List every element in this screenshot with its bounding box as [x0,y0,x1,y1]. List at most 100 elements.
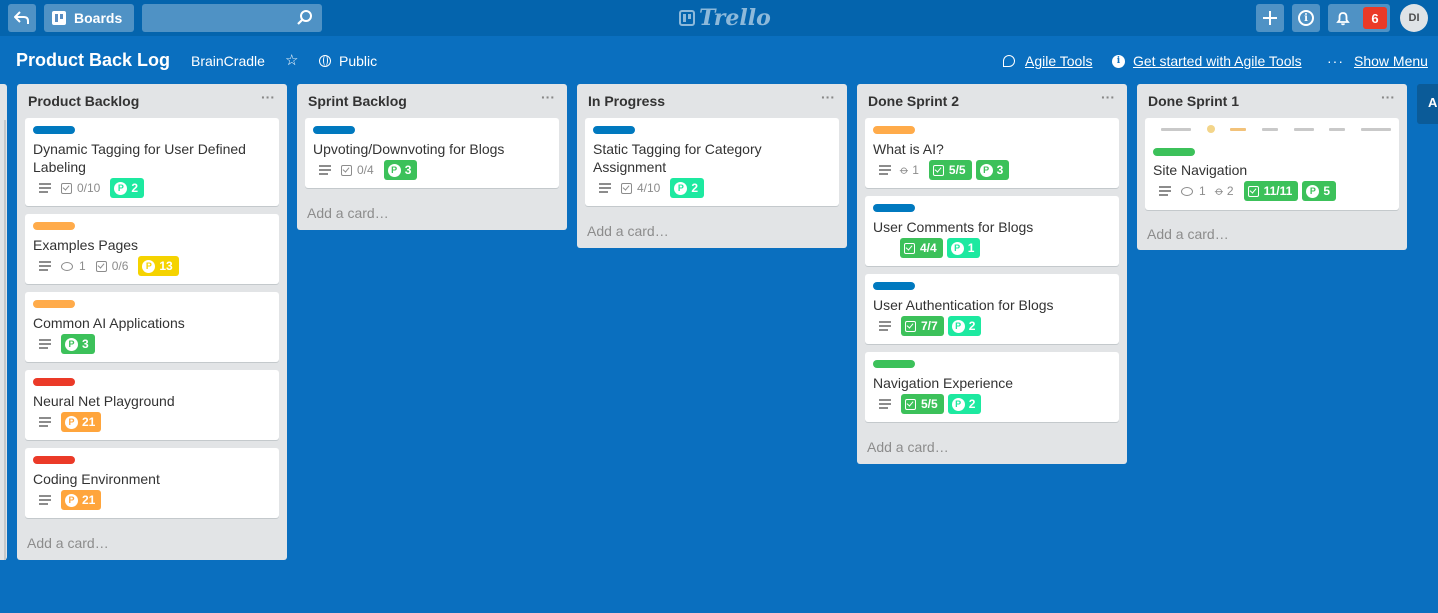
story-points-badge: P3 [61,334,95,354]
list-menu-icon[interactable]: ··· [1381,89,1395,105]
card[interactable]: Examples Pages 1 0/6 P 13 [25,214,279,284]
card-title: Navigation Experience [873,375,1014,391]
list-header[interactable]: Sprint Backlog ··· [297,84,567,118]
list-menu-icon[interactable]: ··· [261,89,275,105]
card[interactable]: User Comments for Blogs 4/4 P1 [865,196,1119,266]
card-cover-image [1161,122,1391,136]
checklist-icon [905,398,916,410]
checklist-count: 0/6 [111,259,129,273]
add-card-button[interactable]: Add a card… [1147,226,1229,242]
list-in-progress: In Progress ··· Static Tagging for Categ… [577,84,847,248]
back-button[interactable] [8,4,36,32]
points-icon: P [114,181,128,195]
card[interactable]: Upvoting/Downvoting for Blogs 0/4 P3 [305,118,559,188]
checklist-count: 11/11 [1263,184,1293,198]
story-points-badge: P 21 [61,490,102,510]
checklist-icon [905,320,916,332]
boards-button[interactable]: Boards [44,4,134,32]
story-points-badge: P3 [383,160,418,180]
notifications-button[interactable]: 6 [1328,4,1390,32]
card[interactable]: Dynamic Tagging for User Defined Labelin… [25,118,279,206]
card[interactable]: Common AI Applications P3 [25,292,279,362]
add-card-button[interactable]: Add a card… [587,223,669,239]
add-card-button[interactable]: Add a card… [867,439,949,455]
list-title[interactable]: Sprint Backlog [308,93,407,109]
list-title[interactable]: Product Backlog [28,93,139,109]
card[interactable]: Neural Net Playground P 21 [25,370,279,440]
card-badges: 4/4 P1 [900,238,984,258]
card-badges: 4/10 P2 [593,178,708,198]
comments-badge: 1 [1181,184,1206,198]
card-label [33,300,75,308]
information-button[interactable]: i [1292,4,1320,32]
add-card-button[interactable]: Add a card… [27,535,109,551]
description-icon [879,399,891,409]
points-icon: P [65,415,78,429]
create-button[interactable] [1256,4,1284,32]
checklist-badge: 4/10 [621,181,660,195]
paperclip-icon: ⌀ [1211,183,1227,199]
add-card-button[interactable]: Add a card… [307,205,389,221]
checklist-count: 5/5 [921,397,938,411]
list-header[interactable]: Product Backlog ··· [17,84,287,118]
list-product-backlog: Product Backlog ··· Dynamic Tagging for … [17,84,287,560]
list-header[interactable]: In Progress ··· [577,84,847,118]
story-points-badge: P3 [975,160,1010,180]
card-badges: 5/5 P2 [873,394,985,414]
description-icon [879,165,891,175]
points-value: 3 [996,163,1004,177]
comments-count: 1 [79,259,86,273]
card-badges: 1 0/6 P 13 [33,256,183,276]
list-menu-icon[interactable]: ··· [541,89,555,105]
list-title[interactable]: Done Sprint 2 [868,93,959,109]
card[interactable]: What is AI? ⌀ 1 5/5 P3 [865,118,1119,188]
story-points-badge: P2 [110,178,145,198]
description-icon [39,495,51,505]
user-avatar[interactable]: DI [1400,4,1428,32]
story-points-badge: P1 [946,238,981,258]
points-value: 2 [691,181,699,195]
checklist-icon [932,164,944,176]
show-menu-link[interactable]: ··· Show Menu [1327,53,1428,69]
add-list-button[interactable]: A [1417,84,1438,124]
top-header: Boards Trello i 6 DI [0,0,1438,36]
list-header[interactable]: Done Sprint 2 ··· [857,84,1127,118]
card-label [313,126,355,134]
globe-icon [319,55,331,67]
card-title: Static Tagging for Category Assignment [593,141,762,175]
board-title[interactable]: Product Back Log [16,50,170,71]
card-badges: ⌀ 1 5/5 P3 [873,160,1013,180]
list-title[interactable]: Done Sprint 1 [1148,93,1239,109]
list-menu-icon[interactable]: ··· [821,89,835,105]
get-started-link[interactable]: i Get started with Agile Tools [1112,53,1302,69]
agile-tools-link[interactable]: Agile Tools [1003,53,1092,69]
card-badges: P3 [33,334,99,354]
card[interactable]: Site Navigation 1 ⌀ 2 11/11 P5 [1145,118,1399,210]
attachments-count: 1 [912,163,919,177]
checklist-count: 0/10 [77,181,101,195]
card[interactable]: User Authentication for Blogs 7/7 P2 [865,274,1119,344]
list-header[interactable]: Done Sprint 1 ··· [1137,84,1407,118]
card-label [33,378,75,386]
list-menu-icon[interactable]: ··· [1101,89,1115,105]
card-label [873,204,915,212]
star-board-icon[interactable]: ☆ [285,51,298,69]
search-input[interactable] [142,4,322,32]
list-title[interactable]: In Progress [588,93,665,109]
trello-logo[interactable]: Trello [679,5,771,31]
visibility-label: Public [339,53,378,69]
card-label [33,222,75,230]
card[interactable]: Static Tagging for Category Assignment 4… [585,118,839,206]
card-label [873,282,915,290]
team-name[interactable]: BrainCradle [191,53,265,69]
trello-logo-text: Trello [699,5,771,31]
comments-badge: 1 [61,259,86,273]
notification-count-badge: 6 [1363,7,1387,29]
search-icon[interactable] [296,9,314,27]
list-done-sprint-1: Done Sprint 1 ··· Site Navigation 1 ⌀ 2 1… [1137,84,1407,250]
card-title: Neural Net Playground [33,393,175,409]
previous-list-edge [0,84,7,560]
card[interactable]: Coding Environment P 21 [25,448,279,518]
visibility-button[interactable]: Public [319,53,377,69]
card[interactable]: Navigation Experience 5/5 P2 [865,352,1119,422]
